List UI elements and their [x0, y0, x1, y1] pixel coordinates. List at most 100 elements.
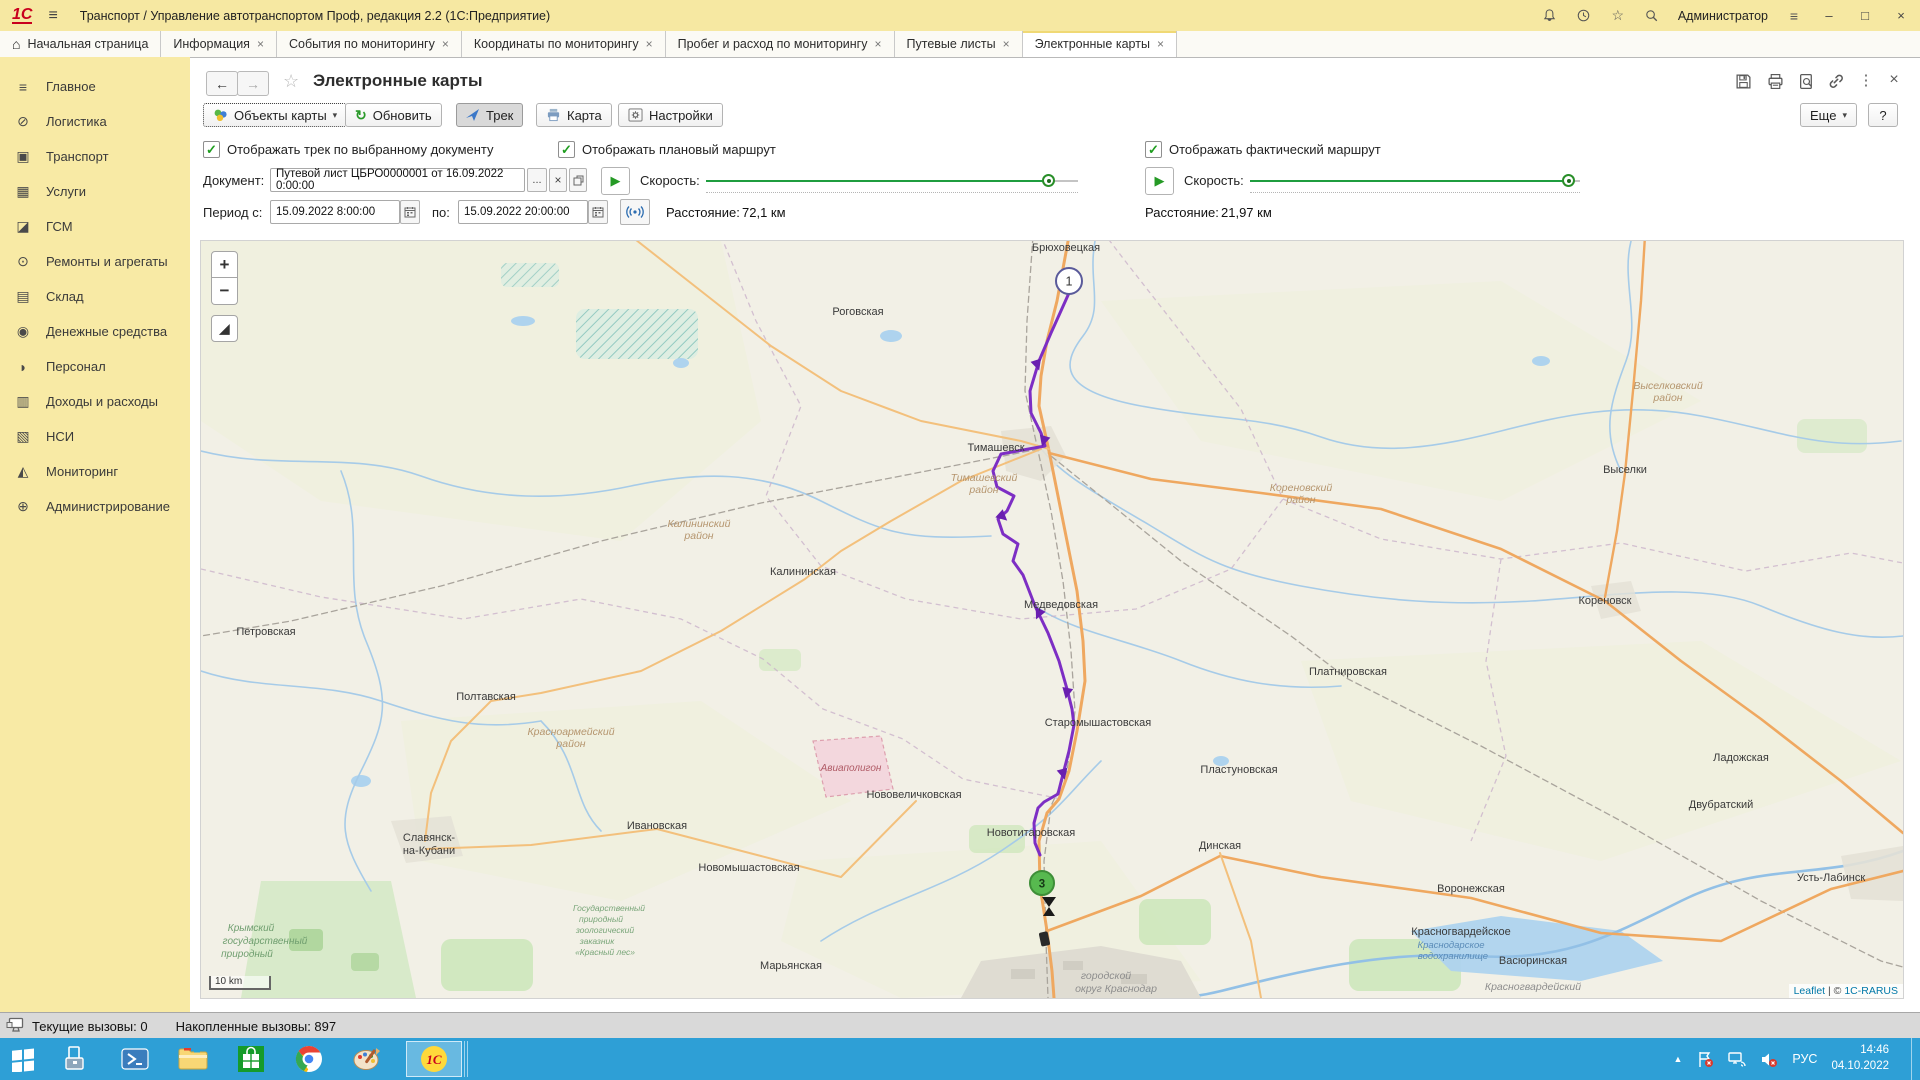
period-from-input[interactable]: 15.09.2022 8:00:00 [270, 200, 400, 224]
tab-home[interactable]: ⌂ Начальная страница [0, 31, 161, 57]
maximize-button[interactable]: □ [1856, 8, 1874, 23]
speed-plan-slider[interactable] [706, 180, 1078, 182]
map-objects-button[interactable]: Объекты карты▾ [203, 103, 347, 127]
track-start-marker[interactable]: 1 [1056, 268, 1082, 294]
speed-fact-slider[interactable] [1250, 180, 1580, 182]
svg-text:Динская: Динская [1199, 840, 1241, 852]
server-manager-icon[interactable] [58, 1043, 92, 1075]
measure-tool-button[interactable]: ◢ [211, 315, 238, 342]
store-icon[interactable] [234, 1043, 268, 1075]
zoom-out-button[interactable]: − [211, 278, 238, 305]
tab-information[interactable]: Информация× [161, 31, 277, 57]
close-form-icon[interactable]: × [1884, 70, 1904, 90]
tab-monitoring-coordinates[interactable]: Координаты по мониторингу× [462, 31, 666, 57]
document-select-button[interactable]: ... [527, 168, 547, 192]
show-desktop-button[interactable] [1911, 1038, 1920, 1080]
zoom-in-button[interactable]: + [211, 251, 238, 278]
show-track-checkbox[interactable]: ✓ Отображать трек по выбранному документ… [203, 141, 494, 158]
warehouse-icon: ▤ [14, 288, 32, 305]
sidebar-item-money[interactable]: ◉Денежные средства [0, 314, 190, 349]
favorite-star-icon[interactable]: ☆ [283, 71, 299, 92]
document-open-button[interactable] [569, 168, 587, 192]
tab-mileage-consumption[interactable]: Пробег и расход по мониторингу× [666, 31, 895, 57]
file-explorer-icon[interactable] [176, 1043, 210, 1075]
preview-icon[interactable] [1796, 71, 1816, 91]
map-canvas[interactable]: 1 3 Брюховецкая Роговская Тимашевск Тима… [200, 240, 1904, 999]
start-button[interactable] [6, 1043, 40, 1075]
sidebar-item-personnel[interactable]: ◗Персонал [0, 349, 190, 384]
document-input[interactable]: Путевой лист ЦБРО0000001 от 16.09.2022 0… [270, 168, 525, 192]
tab-waybills[interactable]: Путевые листы× [895, 31, 1023, 57]
online-monitoring-button[interactable] [620, 199, 650, 225]
play-fact-button[interactable]: ▶ [1145, 167, 1174, 195]
sidebar-item-income-expenses[interactable]: ▥Доходы и расходы [0, 384, 190, 419]
period-to-calendar-button[interactable] [588, 200, 608, 224]
user-menu-icon[interactable]: ≡ [1786, 8, 1802, 24]
tray-network-icon[interactable] [1728, 1050, 1746, 1068]
show-plan-route-checkbox[interactable]: ✓ Отображать плановый маршрут [558, 141, 776, 158]
show-fact-route-checkbox[interactable]: ✓ Отображать фактический маршрут [1145, 141, 1381, 158]
history-clock-icon[interactable] [1576, 8, 1592, 24]
sidebar-item-logistics[interactable]: ⊘Логистика [0, 104, 190, 139]
current-user[interactable]: Администратор [1678, 9, 1768, 23]
leaflet-link[interactable]: Leaflet [1794, 985, 1826, 997]
sidebar-item-transport[interactable]: ▣Транспорт [0, 139, 190, 174]
track-button[interactable]: Трек [456, 103, 523, 127]
powershell-icon[interactable] [118, 1043, 152, 1075]
sidebar-item-nsi[interactable]: ▧НСИ [0, 419, 190, 454]
tab-monitoring-events[interactable]: События по мониторингу× [277, 31, 462, 57]
sidebar-item-warehouse[interactable]: ▤Склад [0, 279, 190, 314]
search-icon[interactable] [1644, 8, 1660, 24]
main-menu-icon[interactable]: ≡ [48, 7, 57, 25]
1c-enterprise-taskbar-button[interactable]: 1С [406, 1041, 462, 1077]
period-to-input[interactable]: 15.09.2022 20:00:00 [458, 200, 588, 224]
get-link-icon[interactable] [1826, 71, 1846, 91]
settings-button[interactable]: Настройки [618, 103, 723, 127]
close-icon[interactable]: × [257, 37, 264, 51]
refresh-button[interactable]: ↻ Обновить [345, 103, 442, 127]
save-icon[interactable] [1733, 71, 1753, 91]
tray-language[interactable]: РУС [1792, 1052, 1817, 1066]
speed-plan-slider-thumb[interactable] [1042, 174, 1055, 187]
tray-clock[interactable]: 14:46 04.10.2022 [1831, 1043, 1889, 1074]
close-icon[interactable]: × [646, 37, 653, 51]
period-from-calendar-button[interactable] [400, 200, 420, 224]
track-end-marker[interactable]: 3 [1030, 871, 1054, 895]
chrome-icon[interactable] [292, 1043, 326, 1075]
document-clear-button[interactable]: × [549, 168, 567, 192]
nav-forward-button[interactable]: → [237, 71, 269, 96]
calls-monitor-icon[interactable] [6, 1016, 25, 1037]
speed-fact-slider-thumb[interactable] [1562, 174, 1575, 187]
paint-icon[interactable] [350, 1043, 384, 1075]
minimize-button[interactable]: – [1820, 8, 1838, 23]
tray-flag-icon[interactable] [1696, 1050, 1714, 1068]
print-icon[interactable] [1765, 71, 1785, 91]
sidebar-item-main[interactable]: ≡Главное [0, 69, 190, 104]
tab-electronic-maps[interactable]: Электронные карты× [1023, 31, 1177, 57]
close-window-button[interactable]: × [1892, 8, 1910, 23]
favorites-star-icon[interactable]: ☆ [1610, 8, 1626, 24]
tray-expand-icon[interactable]: ▲ [1673, 1054, 1682, 1064]
map-button[interactable]: Карта [536, 103, 612, 127]
play-plan-button[interactable]: ▶ [601, 167, 630, 195]
status-bar: Текущие вызовы: 0 Накопленные вызовы: 89… [0, 1012, 1920, 1039]
sidebar-item-repairs[interactable]: ⊙Ремонты и агрегаты [0, 244, 190, 279]
sidebar-item-services[interactable]: ▦Услуги [0, 174, 190, 209]
sidebar-item-fuel[interactable]: ◪ГСМ [0, 209, 190, 244]
close-icon[interactable]: × [874, 37, 881, 51]
vendor-link[interactable]: 1C-RARUS [1844, 985, 1898, 997]
svg-text:природный: природный [579, 914, 623, 924]
help-button[interactable]: ? [1868, 103, 1898, 127]
svg-text:округ Краснодар: округ Краснодар [1075, 983, 1157, 995]
kebab-menu-icon[interactable]: ⋮ [1856, 70, 1876, 90]
close-icon[interactable]: × [442, 37, 449, 51]
dropdown-caret-icon: ▾ [1842, 110, 1847, 121]
sidebar-item-administration[interactable]: ⊕Администрирование [0, 489, 190, 524]
notifications-bell-icon[interactable] [1542, 8, 1558, 24]
nav-back-button[interactable]: ← [206, 71, 238, 96]
tray-volume-icon[interactable] [1760, 1050, 1778, 1068]
sidebar-item-monitoring[interactable]: ◭Мониторинг [0, 454, 190, 489]
more-button[interactable]: Еще▾ [1800, 103, 1857, 127]
close-icon[interactable]: × [1157, 37, 1164, 51]
close-icon[interactable]: × [1003, 37, 1010, 51]
